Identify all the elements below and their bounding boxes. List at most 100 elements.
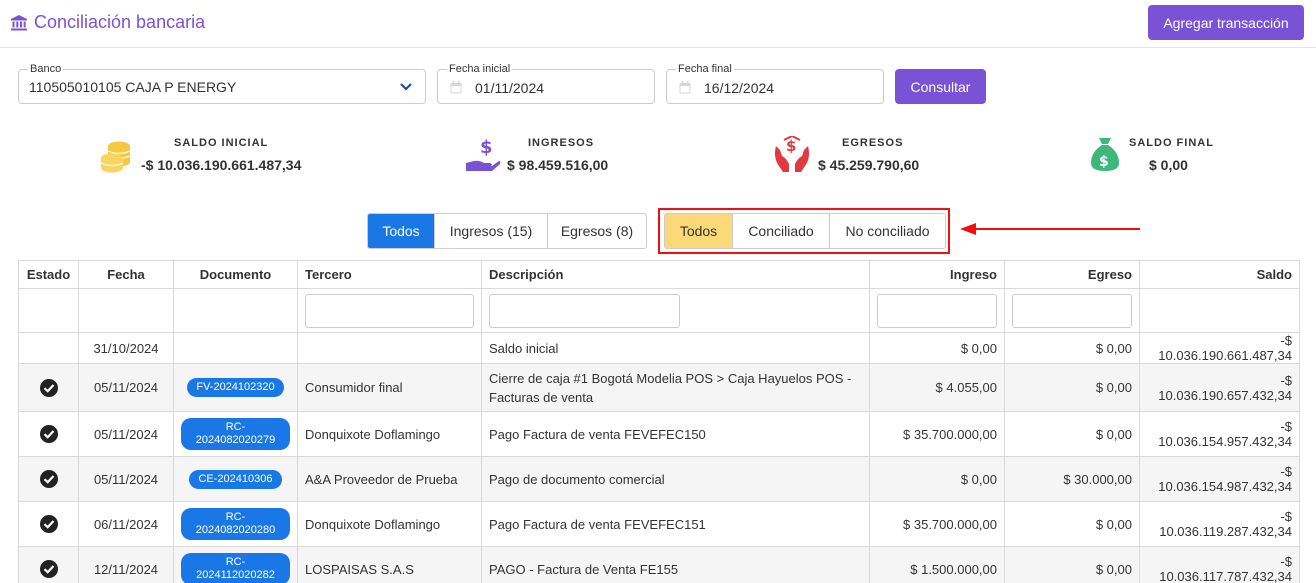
documento-cell: RC-2024082020279 <box>173 411 298 457</box>
tab-conciliado[interactable]: Conciliado <box>733 214 830 248</box>
hand-dollar-icon: $ <box>466 137 501 171</box>
estado-cell <box>18 501 79 547</box>
filter-row <box>18 288 1300 333</box>
fecha-cell: 06/11/2024 <box>78 501 174 547</box>
document-badge[interactable]: RC-2024082020280 <box>181 508 290 540</box>
tab-todos[interactable]: Todos <box>368 214 435 248</box>
tab-egresos[interactable]: Egresos (8) <box>548 214 646 248</box>
ingreso-cell: $ 0,00 <box>869 332 1005 364</box>
svg-text:$: $ <box>786 137 796 155</box>
tab-status-todos[interactable]: Todos <box>665 214 733 248</box>
col-fecha: Fecha <box>78 260 174 289</box>
filter-cell-empty <box>18 288 79 333</box>
check-circle-icon[interactable] <box>39 470 58 488</box>
egreso-cell: $ 0,00 <box>1004 501 1140 547</box>
stat-value: -$ 10.036.190.661.487,34 <box>141 157 302 173</box>
ingreso-cell: $ 0,00 <box>869 456 1005 502</box>
page-title-text: Conciliación bancaria <box>34 12 206 32</box>
descripcion-cell: Pago Factura de venta FEVEFEC151 <box>481 501 870 547</box>
tab-ingresos[interactable]: Ingresos (15) <box>435 214 548 248</box>
stat-label: SALDO FINAL <box>1129 137 1214 149</box>
col-documento: Documento <box>173 260 298 289</box>
bank-select[interactable]: Banco 110505010105 CAJA P ENERGY <box>18 62 426 104</box>
table-row[interactable]: 12/11/2024 RC-2024112020282 LOSPAISAS S.A.… <box>18 546 1300 583</box>
tercero-cell <box>297 332 482 364</box>
documento-cell <box>173 332 298 364</box>
document-badge[interactable]: RC-2024082020279 <box>181 418 290 450</box>
document-badge[interactable]: FV-2024102320 <box>187 378 284 397</box>
table-row[interactable]: 05/11/2024 CE-202410306 A&A Proveedor de P… <box>18 456 1300 502</box>
type-tabs: Todos Ingresos (15) Egresos (8) <box>367 213 647 249</box>
egreso-cell: $ 0,00 <box>1004 546 1140 583</box>
tercero-cell: A&A Proveedor de Prueba <box>297 456 482 502</box>
tab-no-conciliado[interactable]: No conciliado <box>830 214 945 248</box>
transactions-table: Estado Fecha Documento Tercero Descripci… <box>18 260 1300 583</box>
bank-label: Banco <box>28 62 64 76</box>
fecha-cell: 05/11/2024 <box>78 456 174 502</box>
table-row[interactable]: 05/11/2024 FV-2024102320 Consumidor final C… <box>18 363 1300 412</box>
ingreso-filter-input[interactable] <box>877 293 997 328</box>
stat-value: $ 98.459.516,00 <box>507 157 609 173</box>
table-row[interactable]: 06/11/2024 RC-2024082020280 Donquixote Dof… <box>18 501 1300 547</box>
end-date-value: 16/12/2024 <box>704 80 775 96</box>
calendar-icon <box>679 81 691 94</box>
documento-cell: RC-2024082020280 <box>173 501 298 547</box>
coins-icon <box>100 141 131 173</box>
document-badge[interactable]: CE-202410306 <box>189 469 282 489</box>
saldo-cell: -$ 10.036.190.657.432,34 <box>1139 363 1300 412</box>
stat-egresos: $ EGRESOS $ 45.259.790,60 <box>773 132 933 180</box>
descripcion-filter-input[interactable] <box>489 293 680 328</box>
saldo-cell: -$ 10.036.190.661.487,34 <box>1139 332 1300 364</box>
filter-cell-descripcion <box>481 288 870 333</box>
stat-label: INGRESOS <box>528 137 595 149</box>
check-circle-icon[interactable] <box>39 560 58 578</box>
start-date-label: Fecha inicial <box>447 62 513 76</box>
add-transaction-button[interactable]: Agregar transacción <box>1148 5 1304 40</box>
annotation-arrow-icon <box>960 223 1140 235</box>
bank-icon <box>11 14 27 30</box>
estado-cell <box>18 363 79 412</box>
check-circle-icon[interactable] <box>39 378 58 397</box>
stat-label: SALDO INICIAL <box>174 137 269 149</box>
consult-button[interactable]: Consultar <box>895 69 986 104</box>
start-date-value: 01/11/2024 <box>475 80 545 96</box>
hands-dollar-icon: $ <box>775 136 809 172</box>
fecha-cell: 31/10/2024 <box>78 332 174 364</box>
ingreso-cell: $ 1.500.000,00 <box>869 546 1005 583</box>
money-bag-icon: $ <box>1091 138 1119 171</box>
filter-cell-tercero <box>297 288 482 333</box>
fecha-cell: 05/11/2024 <box>78 363 174 412</box>
table-row[interactable]: 31/10/2024 Saldo inicial $ 0,00 $ 0,00 -$ 10… <box>18 332 1300 364</box>
status-tabs: Todos Conciliado No conciliado <box>664 213 946 249</box>
start-date-field[interactable]: Fecha inicial 01/11/2024 <box>437 62 655 104</box>
saldo-cell: -$ 10.036.117.787.432,34 <box>1139 546 1300 583</box>
descripcion-cell: Saldo inicial <box>481 332 870 364</box>
col-descripcion: Descripción <box>481 260 870 289</box>
tercero-cell: Consumidor final <box>297 363 482 412</box>
svg-text:$: $ <box>1099 154 1109 170</box>
stat-value: $ 0,00 <box>1149 157 1188 173</box>
filter-cell-egreso <box>1004 288 1140 333</box>
tercero-filter-input[interactable] <box>305 293 474 328</box>
saldo-cell: -$ 10.036.154.987.432,34 <box>1139 456 1300 502</box>
fecha-cell: 12/11/2024 <box>78 546 174 583</box>
end-date-field[interactable]: Fecha final 16/12/2024 <box>666 62 884 104</box>
filter-cell-empty <box>173 288 298 333</box>
col-ingreso: Ingreso <box>869 260 1005 289</box>
table-row[interactable]: 05/11/2024 RC-2024082020279 Donquixote Dof… <box>18 411 1300 457</box>
col-egreso: Egreso <box>1004 260 1140 289</box>
documento-cell: CE-202410306 <box>173 456 298 502</box>
document-badge[interactable]: RC-2024112020282 <box>181 553 290 583</box>
ingreso-cell: $ 35.700.000,00 <box>869 501 1005 547</box>
egreso-cell: $ 0,00 <box>1004 332 1140 364</box>
stat-saldo-inicial: SALDO INICIAL -$ 10.036.190.661.487,34 <box>99 132 319 180</box>
check-circle-icon[interactable] <box>39 515 58 533</box>
stat-ingresos: $ INGRESOS $ 98.459.516,00 <box>465 132 625 180</box>
col-tercero: Tercero <box>297 260 482 289</box>
egreso-filter-input[interactable] <box>1012 293 1132 328</box>
header-row: Estado Fecha Documento Tercero Descripci… <box>18 260 1300 289</box>
bank-value: 110505010105 CAJA P ENERGY <box>29 79 237 95</box>
check-circle-icon[interactable] <box>39 425 58 443</box>
estado-cell <box>18 332 79 364</box>
documento-cell: RC-2024112020282 <box>173 546 298 583</box>
